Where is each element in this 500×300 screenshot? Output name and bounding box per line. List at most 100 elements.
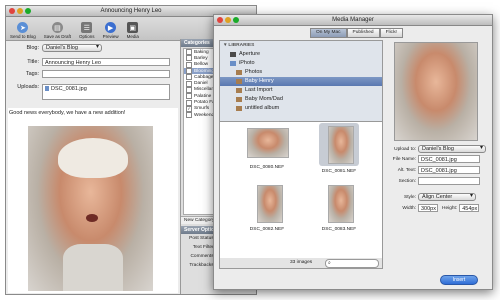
media-manager-window: Media Manager On My Mac Published Flickr… [213,14,493,290]
source-item[interactable]: Aperture [220,50,382,59]
media-button[interactable]: ▣ Media [127,22,139,39]
body-text: Good news everybody, we have a new addit… [9,110,126,116]
knit-cap-shape [58,138,128,178]
upload-file-name[interactable]: DSC_0081.jpg [51,85,87,93]
category-label: Bellow [194,62,209,68]
source-item-label: Baby Mom/Dad [245,96,283,102]
alt-text-field[interactable]: DSC_0081.jpg [418,166,480,174]
source-item[interactable]: Photos [220,68,382,77]
send-icon: ➤ [17,22,29,33]
mouth-shape [86,214,98,222]
album-icon [236,88,242,93]
options-button[interactable]: ☰ Options [79,22,95,39]
file-name-field[interactable]: DSC_0081.jpg [418,155,480,163]
insert-button[interactable]: Insert [440,275,478,285]
search-icon: ⌕ [328,260,331,266]
close-icon[interactable] [9,8,15,14]
post-body-editor[interactable]: Good news everybody, we have a new addit… [8,108,178,293]
category-checkbox[interactable] [186,93,192,100]
style-row: Style: Align Center [384,193,476,201]
source-item[interactable]: Baby Henry [220,77,382,86]
alt-text-row: Alt. Text: DSC_0081.jpg [384,166,480,174]
preview-image [394,42,478,141]
preview-button[interactable]: ▶ Preview [103,22,119,39]
save-as-draft-button[interactable]: ▤ Save as Draft [44,22,71,39]
tags-label: Tags: [25,71,39,77]
style-select[interactable]: Align Center [418,193,476,201]
upload-to-select[interactable]: Daniel's Blog [418,145,486,153]
window-controls [9,8,31,14]
album-icon [236,106,242,111]
category-checkbox[interactable] [186,86,192,93]
source-items: Aperture iPhoto Photos Baby Henry Last Impor… [220,50,382,113]
blog-select[interactable]: Daniel's Blog [42,44,102,52]
height-field[interactable]: 454px [459,204,480,212]
source-item[interactable]: untitled album [220,104,382,113]
title-input[interactable]: Announcing Henry Leo [42,58,170,66]
source-item-label: iPhoto [239,60,255,66]
source-item[interactable]: Last Import [220,86,382,95]
category-label: Daniel [194,81,208,87]
tags-input[interactable] [42,70,170,78]
thumbnail-grid: DSC_0080.NEF DSC_0081.NEF DSC_0082.NEF D… [219,121,383,260]
category-label: Smurfs [194,106,210,112]
thumbnail-caption: DSC_0081.NEF [321,169,357,174]
media-titlebar[interactable]: Media Manager [214,15,492,26]
thumbnail-caption: DSC_0080.NEF [249,165,285,170]
category-checkbox[interactable]: ✓ [186,68,192,75]
tab-published[interactable]: Published [346,28,380,38]
media-title: Media Manager [332,17,374,23]
options-icon: ☰ [81,22,93,33]
category-checkbox[interactable] [186,55,192,62]
iphoto-icon [230,61,236,66]
category-checkbox[interactable] [186,80,192,87]
file-icon [45,86,49,91]
search-input[interactable]: ⌕ [325,259,379,268]
source-item-label: Photos [245,69,263,75]
category-label: Cabbage [194,74,214,80]
category-checkbox[interactable] [186,112,192,119]
thumbnail-image[interactable] [247,128,289,158]
section-field[interactable] [418,177,480,185]
category-checkbox[interactable] [186,99,192,106]
editor-title: Announcing Henry Leo [100,8,162,14]
tab-on-my-mac[interactable]: On My Mac [310,28,347,38]
minimize-icon[interactable] [225,17,231,23]
category-checkbox[interactable] [186,49,192,56]
album-icon [236,79,242,84]
zoom-icon[interactable] [25,8,31,14]
disclosure-triangle-icon[interactable]: ▾ [224,41,226,50]
width-field[interactable]: 300px [418,204,438,212]
media-window-controls [217,17,239,23]
title-label: Title: [27,59,39,65]
close-icon[interactable] [217,17,223,23]
category-checkbox[interactable]: ✓ [186,105,192,112]
thumbnail-caption: DSC_0082.NEF [249,227,285,232]
category-checkbox[interactable] [186,74,192,81]
send-to-blog-button[interactable]: ➤ Send to Blog [10,22,36,39]
blog-label: Blog: [26,45,39,51]
uploads-list[interactable]: DSC_0081.jpg [42,84,170,100]
source-item[interactable]: Baby Mom/Dad [220,95,382,104]
source-item-label: Last Import [245,87,273,93]
album-icon [236,97,242,102]
category-label: Weekend [194,112,215,118]
server-option-label: Post Status: [189,236,215,241]
thumbnail-image[interactable] [328,126,354,164]
source-item[interactable]: iPhoto [220,59,382,68]
server-option-label: Comments: [190,254,215,259]
section-row: Section: [384,177,480,185]
category-label: Baking [194,49,209,55]
category-checkbox[interactable] [186,61,192,68]
category-label: Barley [194,55,208,61]
tab-flickr[interactable]: Flickr [379,28,404,38]
baby-photo[interactable] [28,126,153,291]
thumbnail-image[interactable] [257,185,283,223]
aperture-icon [230,52,236,57]
tags-row: Tags: [6,70,170,78]
minimize-icon[interactable] [17,8,23,14]
server-option-label: Trackbacks: [189,263,215,268]
zoom-icon[interactable] [233,17,239,23]
thumbnail-image[interactable] [328,185,354,223]
category-label: Palatine [194,93,212,99]
